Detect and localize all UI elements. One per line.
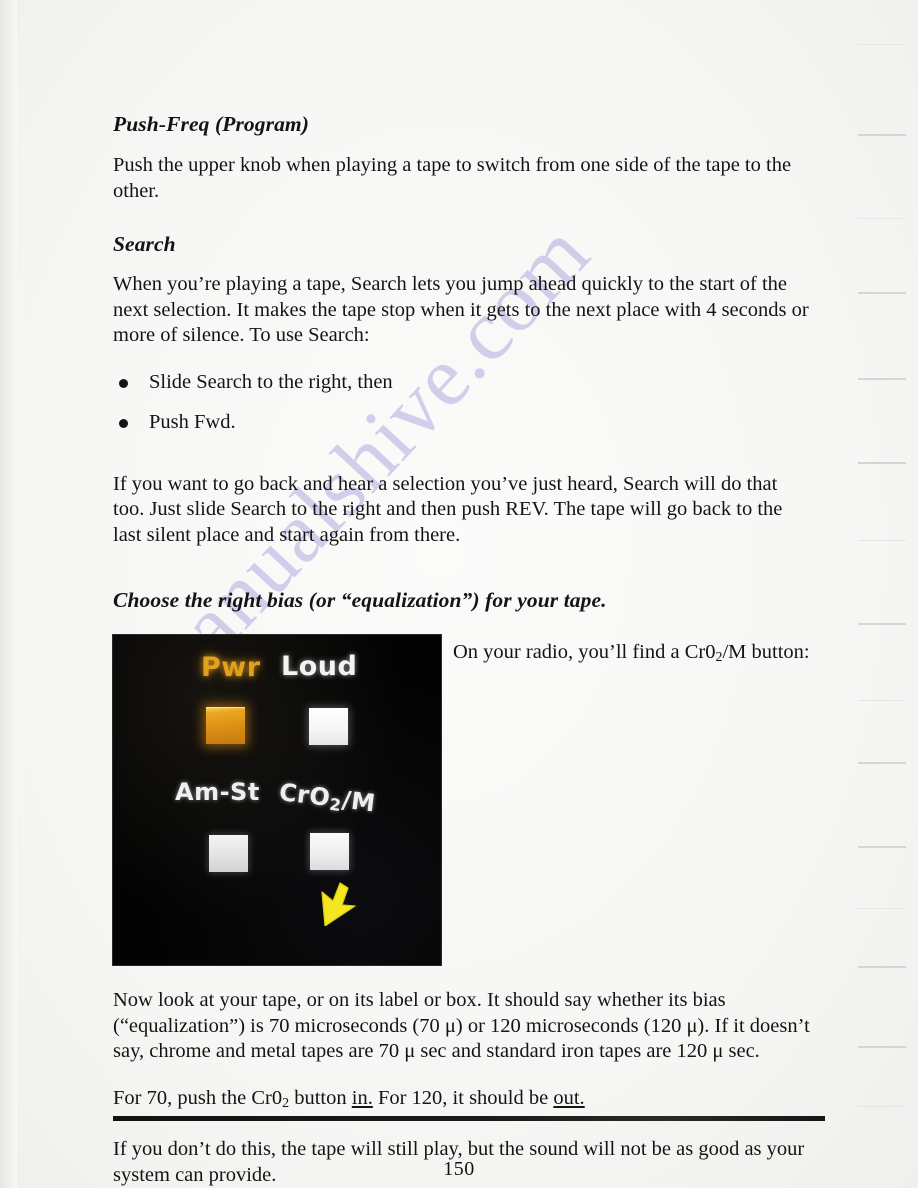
figure-caption: On your radio, you’ll find a Cr02/M butt… (453, 640, 813, 671)
search-steps-list: Slide Search to the right, then Push Fwd… (113, 370, 813, 436)
paragraph-search-intro: When you’re playing a tape, Search lets … (113, 273, 809, 346)
loudness-button[interactable] (309, 708, 348, 745)
paragraph-push-freq: Push the upper knob when playing a tape … (113, 154, 792, 202)
cro2-m-button[interactable] (310, 833, 349, 870)
scan-tick (858, 762, 906, 764)
bias2-mid: button (289, 1086, 352, 1109)
bullet-dot-icon (119, 378, 128, 388)
scan-tick (858, 846, 906, 848)
scan-tick (858, 623, 906, 625)
scan-tick (858, 966, 906, 968)
caption-text-b: /M (722, 641, 747, 663)
scan-tick (858, 700, 906, 701)
bias2-mid2: For 120, it should be (372, 1086, 554, 1109)
paragraph-bias-1: Now look at your tape, or on its label o… (113, 989, 810, 1062)
page-number: 150 (443, 1158, 475, 1180)
scan-tick (858, 1046, 906, 1048)
scan-tick (858, 378, 906, 380)
cro2-main: CrO (277, 778, 332, 813)
paragraph-search-followup: If you want to go back and hear a select… (113, 472, 783, 546)
photo-noise-overlay (113, 635, 441, 965)
photo-label-pwr: Pwr (201, 652, 261, 683)
photo-label-loud: Loud (281, 651, 358, 682)
heading-push-freq: Push-Freq (Program) (113, 112, 310, 136)
scan-tick (858, 218, 906, 219)
cro2-tail: /M (340, 785, 378, 818)
am-stereo-button[interactable] (209, 835, 248, 872)
radio-panel-photo: Pwr Loud Am-St CrO2/M (113, 635, 441, 965)
photo-label-am-st: Am-St (175, 778, 260, 806)
bias2-pre: For 70, push the Cr0 (113, 1086, 283, 1109)
paragraph-bias-2: For 70, push the Cr02 button in. For 120… (113, 1086, 813, 1117)
scan-left-edge (0, 0, 17, 1188)
scan-tick (858, 44, 906, 45)
caption-text-c: button: (751, 641, 810, 663)
list-item: Slide Search to the right, then (113, 370, 813, 396)
bullet-dot-icon (119, 419, 128, 428)
scan-tick (858, 1106, 906, 1107)
scan-tick (858, 462, 906, 464)
footer-rule (113, 1116, 825, 1121)
cursor-arrow-icon (321, 882, 356, 926)
photo-label-cro2-m: CrO2/M (277, 778, 378, 819)
bias2-underline-out: out. (553, 1086, 585, 1109)
list-item-label: Slide Search to the right, then (149, 370, 393, 393)
list-item-label: Push Fwd. (149, 411, 236, 433)
scan-tick (858, 292, 906, 294)
scan-tick (858, 908, 906, 909)
caption-text-a: On your radio, you’ll find a Cr0 (453, 641, 716, 663)
scan-tick (858, 134, 906, 136)
list-item: Push Fwd. (113, 410, 813, 436)
power-button[interactable] (206, 707, 245, 744)
scan-tick (858, 540, 906, 541)
heading-search: Search (113, 232, 176, 256)
page-content: Push-Freq (Program) Push the upper knob … (113, 112, 813, 1188)
scanned-page: manualshive.com Push-Freq (Program) Push… (0, 0, 918, 1188)
figure-radio-panel: Pwr Loud Am-St CrO2/M On your radio, you… (113, 635, 813, 967)
bias2-underline-in: in. (351, 1086, 373, 1109)
heading-choose-bias: Choose the right bias (or “equalization”… (113, 588, 607, 612)
scan-margin-ticks (840, 0, 918, 1188)
